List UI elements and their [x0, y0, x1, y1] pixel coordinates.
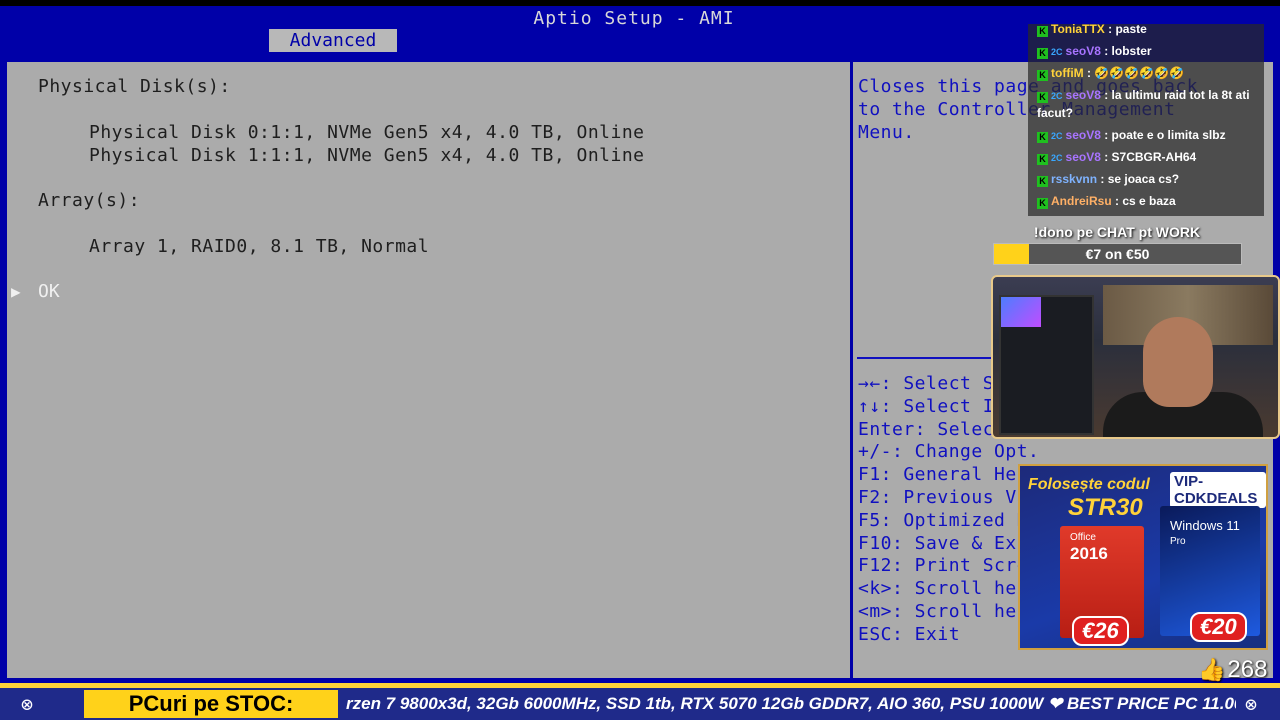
chat-text: : cs e baza	[1111, 194, 1176, 208]
ticker-label: PCuri pe STOC:	[84, 690, 338, 718]
chat-username[interactable]: rsskvnn	[1051, 172, 1097, 186]
chat-username[interactable]: seoV8	[1066, 128, 1101, 142]
chat-text: : paste	[1104, 22, 1147, 36]
chat-username[interactable]: AndreiRsu	[1051, 194, 1112, 208]
chat-username[interactable]: ToniaTTX	[1051, 22, 1105, 36]
chat-message: Krsskvnn : se joaca cs?	[1037, 172, 1179, 187]
subscriber-badge-icon: K	[1037, 92, 1048, 103]
top-strip	[0, 0, 1280, 6]
subscriber-badge-icon: K	[1037, 48, 1048, 59]
chat-message: K 2C seoV8 : S7CBGR-AH64	[1037, 150, 1196, 165]
chat-message: KtoffiM : 🤣🤣🤣🤣🤣🤣	[1037, 66, 1184, 81]
subscriber-badge-icon: K	[1037, 132, 1048, 143]
chat-username[interactable]: toffiM	[1051, 66, 1084, 80]
likes-counter: 👍268	[1198, 656, 1267, 684]
chat-text: : S7CBGR-AH64	[1100, 150, 1197, 164]
physical-disk-1: Physical Disk 1:1:1, NVMe Gen5 x4, 4.0 T…	[89, 145, 645, 166]
chat-username[interactable]: seoV8	[1066, 44, 1101, 58]
chat-message: K AndreiRsu : cs e baza	[1037, 194, 1176, 209]
chat-text: : la ultimu raid tot la 8t ati	[1100, 88, 1250, 102]
donation-label: !dono pe CHAT pt WORK	[1033, 224, 1201, 240]
subscriber-badge-icon: K	[1037, 154, 1048, 165]
webcam-person-head	[1143, 317, 1213, 407]
arrays-header: Array(s):	[38, 190, 141, 211]
subscriber-badge-icon: K	[1037, 26, 1048, 37]
subscriber-badge-icon: K	[1037, 176, 1048, 187]
chat-text: : lobster	[1100, 44, 1152, 58]
key-legend-line: F1: General Help	[858, 464, 1040, 486]
promo-ad[interactable]: Folosește codul STR30 VIP-CDKDEALS Offic…	[1018, 464, 1268, 650]
ad-headline: Folosește codul	[1028, 476, 1150, 493]
chat-text: : 🤣🤣🤣🤣🤣🤣	[1083, 66, 1184, 80]
office-price: €26	[1072, 616, 1129, 646]
office-year: 2016	[1070, 544, 1108, 563]
chat-text-continuation: facut?	[1037, 106, 1073, 120]
ad-code: STR30	[1068, 494, 1143, 521]
physical-disk-0: Physical Disk 0:1:1, NVMe Gen5 x4, 4.0 T…	[89, 122, 645, 143]
subscriber-badge-icon: K	[1037, 70, 1048, 81]
chat-username[interactable]: seoV8	[1066, 88, 1101, 102]
key-legend-line: ESC: Exit	[858, 623, 961, 645]
ok-item[interactable]: OK	[38, 281, 60, 302]
subscriber-badge-icon: K	[1037, 198, 1048, 209]
chat-badge-icon: 2C	[1051, 131, 1063, 141]
chat-badge-icon: 2C	[1051, 47, 1063, 57]
chat-text: : poate e o limita slbz	[1100, 128, 1226, 142]
office-name: Office	[1070, 532, 1096, 543]
windows-price: €20	[1190, 612, 1247, 642]
help-separator	[857, 357, 992, 359]
chat-badge-icon: 2C	[1051, 91, 1063, 101]
thumbs-up-icon: 👍	[1198, 657, 1226, 682]
webcam-pc-case	[999, 295, 1094, 435]
crosshair-icon-right: ⊗	[1244, 692, 1258, 716]
chat-message: K 2C seoV8 : la ultimu raid tot la 8t ati	[1037, 88, 1250, 103]
help-line-3: Menu.	[858, 122, 915, 143]
webcam-feed	[991, 275, 1280, 439]
physical-disks-header: Physical Disk(s):	[38, 76, 231, 97]
key-legend-line: Enter: Select	[858, 418, 1006, 440]
windows-edition: Pro	[1170, 536, 1186, 547]
chat-username[interactable]: seoV8	[1066, 150, 1101, 164]
array-1: Array 1, RAID0, 8.1 TB, Normal	[89, 236, 430, 257]
tab-advanced[interactable]: Advanced	[269, 29, 397, 52]
ticker-text: rzen 7 9800x3d, 32Gb 6000MHz, SSD 1tb, R…	[346, 694, 1236, 713]
chat-badge-icon: 2C	[1051, 153, 1063, 163]
key-legend-line: F10: Save & Exit	[858, 532, 1040, 554]
chat-message: K 2C seoV8 : poate e o limita slbz	[1037, 128, 1226, 143]
donation-progress-bar: €7 on €50	[993, 243, 1242, 265]
donation-progress-text: €7 on €50	[1085, 246, 1150, 262]
chat-text: : se joaca cs?	[1097, 172, 1180, 186]
ad-brand-logo: VIP-CDKDEALS	[1170, 472, 1266, 508]
key-legend-line: +/-: Change Opt.	[858, 441, 1040, 463]
windows-name: Windows 11	[1170, 518, 1240, 533]
chat-message: K 2C seoV8 : lobster	[1037, 44, 1152, 59]
chat-message: K ToniaTTX : paste	[1037, 22, 1147, 37]
webcam-rgb-light	[1001, 297, 1041, 327]
crosshair-icon: ⊗	[20, 692, 34, 716]
selection-arrow-icon: ▶	[11, 282, 21, 301]
likes-count: 268	[1227, 656, 1268, 683]
